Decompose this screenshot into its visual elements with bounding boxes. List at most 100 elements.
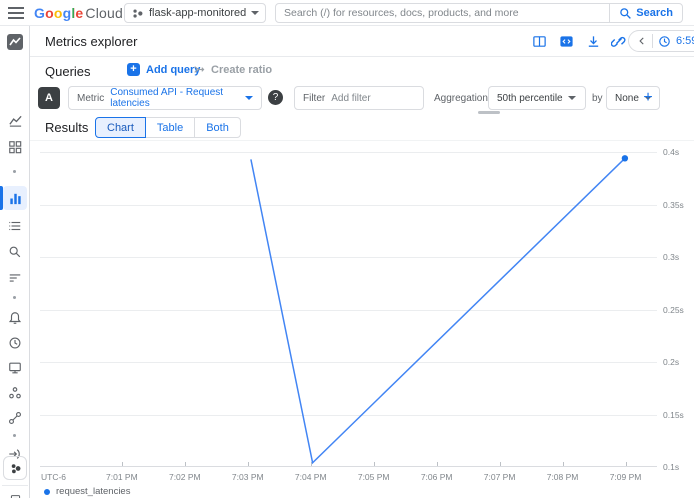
search-input[interactable]	[276, 7, 609, 19]
x-axis-tick-label: 7:03 PM	[226, 472, 270, 482]
top-bar: GoogleCloud flask-app-monitored Search	[0, 0, 694, 26]
create-ratio-label: Create ratio	[211, 64, 272, 76]
nav-divider	[2, 485, 28, 486]
project-name: flask-app-monitored	[149, 7, 246, 19]
query-builder-row: A Metric Consumed API - Request latencie…	[30, 84, 694, 114]
time-range-value: 6:59 PM - 7:0	[676, 35, 694, 47]
filter-group: Filter	[294, 86, 424, 110]
x-axis-tick-label: 7:08 PM	[541, 472, 585, 482]
y-axis-tick-label: 0.3s	[663, 252, 679, 262]
create-ratio-icon	[193, 63, 206, 76]
x-axis-tick-label: 7:07 PM	[478, 472, 522, 482]
x-axis-tick-label: 7:05 PM	[352, 472, 396, 482]
results-view-tabs: Chart Table Both	[95, 117, 241, 138]
tab-chart[interactable]: Chart	[95, 117, 146, 138]
google-cloud-logo[interactable]: GoogleCloud	[34, 5, 123, 21]
search-button-label: Search	[636, 7, 673, 19]
latency-line-svg	[40, 152, 657, 467]
tab-both[interactable]: Both	[194, 117, 241, 138]
nav-section-dot	[13, 434, 16, 437]
y-axis-tick-label: 0.1s	[663, 462, 679, 472]
project-selector[interactable]: flask-app-monitored	[124, 3, 266, 23]
y-axis-tick-label: 0.15s	[663, 410, 684, 420]
legend-series-dot	[44, 489, 50, 495]
sort-lines-icon[interactable]	[3, 266, 27, 290]
by-label: by	[592, 93, 603, 104]
groups-icon[interactable]	[3, 381, 27, 405]
overview-chart-icon[interactable]	[3, 108, 27, 132]
nav-section-dot	[13, 170, 16, 173]
dashboards-book-icon[interactable]	[530, 32, 548, 50]
y-axis-tick-label: 0.4s	[663, 147, 679, 157]
group-by-value: None	[615, 93, 639, 104]
metrics-explorer-bars-icon[interactable]	[3, 186, 27, 210]
pill-divider	[652, 34, 653, 48]
nav-section-dot	[13, 296, 16, 299]
project-dots-icon	[131, 7, 144, 20]
aggregation-dropdown[interactable]: 50th percentile	[488, 86, 586, 110]
integrations-icon[interactable]	[3, 406, 27, 430]
metric-value: Consumed API - Request latencies	[110, 87, 240, 109]
chart-plot[interactable]	[40, 152, 657, 467]
metrics-explorer-page: GoogleCloud flask-app-monitored Search	[0, 0, 694, 498]
y-axis-tick-label: 0.35s	[663, 200, 684, 210]
filter-input[interactable]	[331, 93, 401, 104]
global-search-bar: Search	[275, 3, 683, 23]
add-aggregation-button[interactable]: +	[638, 88, 658, 108]
metric-dropdown[interactable]: Consumed API - Request latencies	[110, 87, 253, 109]
utc-offset-label: UTC-6	[41, 472, 66, 482]
chevron-down-icon	[245, 96, 253, 100]
uptime-clock-icon[interactable]	[3, 331, 27, 355]
aggregation-label: Aggregation	[434, 93, 488, 104]
search-button[interactable]: Search	[609, 4, 682, 22]
results-label: Results	[45, 120, 88, 135]
help-icon[interactable]: ?	[268, 90, 283, 105]
aggregation-value: 50th percentile	[497, 93, 563, 104]
y-axis-tick-label: 0.2s	[663, 357, 679, 367]
create-ratio-button[interactable]: Create ratio	[193, 63, 272, 76]
add-query-button[interactable]: + Add query	[127, 63, 200, 76]
collapse-chevron-icon[interactable]	[637, 36, 647, 46]
notifications-bell-icon[interactable]	[3, 306, 27, 330]
cluster-boxed-icon[interactable]	[3, 456, 27, 480]
chart-section: UTC-6 request_latencies 0.4s 0.35s 0.3s 0.2…	[30, 141, 694, 498]
code-icon[interactable]	[557, 32, 575, 50]
logo-google-text: Google	[34, 5, 83, 21]
x-axis-tick-label: 7:02 PM	[163, 472, 207, 482]
series-end-point	[622, 155, 628, 161]
metric-label: Metric	[77, 93, 104, 104]
link-icon[interactable]	[610, 32, 628, 50]
results-toolbar: Results Chart Table Both	[30, 114, 694, 141]
metric-selector-group: Metric Consumed API - Request latencies	[68, 86, 262, 110]
x-axis-tick-label: 7:09 PM	[604, 472, 648, 482]
dashboards-grid-icon[interactable]	[3, 135, 27, 159]
download-icon[interactable]	[584, 32, 602, 50]
page-header: Metrics explorer 6:59 PM - 7:0	[30, 26, 694, 57]
x-axis-tick-label: 7:06 PM	[415, 472, 459, 482]
alerting-list-icon[interactable]	[3, 214, 27, 238]
logo-cloud-text: Cloud	[85, 5, 123, 21]
monitoring-logo-icon[interactable]	[3, 30, 27, 54]
queries-label: Queries	[45, 64, 91, 79]
hamburger-menu-icon[interactable]	[8, 7, 24, 19]
log-search-icon[interactable]	[3, 240, 27, 264]
query-letter-badge[interactable]: A	[38, 87, 60, 109]
legend-series-label: request_latencies	[56, 486, 130, 497]
y-axis-tick-label: 0.25s	[663, 305, 684, 315]
synthetic-monitor-icon[interactable]	[3, 356, 27, 380]
search-icon	[619, 7, 632, 20]
clock-icon	[658, 35, 671, 48]
filter-label: Filter	[303, 93, 325, 104]
series-line	[251, 158, 625, 463]
release-notes-icon[interactable]	[3, 488, 27, 498]
page-title: Metrics explorer	[45, 34, 137, 49]
x-axis-tick-label: 7:01 PM	[100, 472, 144, 482]
plus-icon: +	[127, 63, 140, 76]
chevron-down-icon	[251, 11, 259, 15]
queries-toolbar: Queries + Add query Create ratio	[30, 57, 694, 84]
tab-table[interactable]: Table	[145, 117, 195, 138]
chevron-down-icon	[568, 96, 576, 100]
left-nav-sidebar	[0, 26, 30, 498]
chart-legend[interactable]: request_latencies	[44, 486, 130, 497]
time-range-selector[interactable]: 6:59 PM - 7:0	[628, 30, 694, 52]
